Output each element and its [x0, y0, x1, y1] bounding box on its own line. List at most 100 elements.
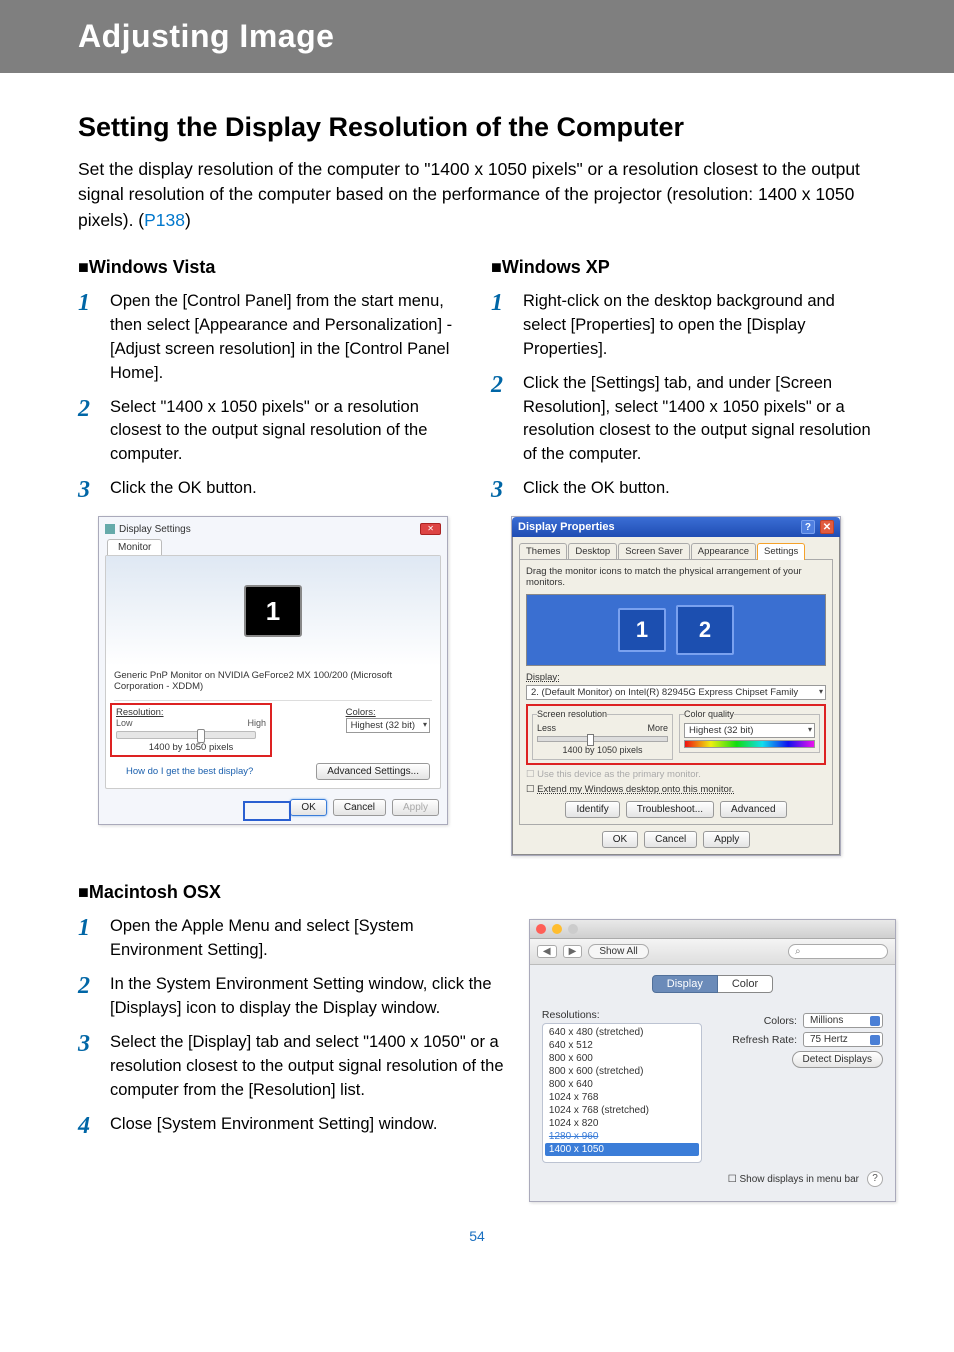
res-option[interactable]: 1024 x 820	[545, 1117, 699, 1130]
detect-displays-button[interactable]: Detect Displays	[792, 1051, 883, 1068]
tab-display[interactable]: Display	[652, 975, 718, 993]
color-quality-dropdown[interactable]: Highest (32 bit)	[684, 723, 815, 738]
step-item: 4 Close [System Environment Setting] wind…	[78, 1113, 509, 1138]
res-option[interactable]: 1280 x 960	[545, 1130, 699, 1143]
screen-resolution-legend: Screen resolution	[537, 709, 607, 719]
tab-appearance[interactable]: Appearance	[691, 543, 756, 560]
page-banner: Adjusting Image	[0, 0, 954, 73]
monitor-preview-area: 1	[106, 556, 440, 666]
column-vista: ■Windows Vista 1Open the [Control Panel]…	[78, 251, 463, 845]
res-option-selected[interactable]: 1400 x 1050	[545, 1143, 699, 1156]
tab-monitor[interactable]: Monitor	[107, 539, 162, 555]
search-field[interactable]: ⌕	[788, 944, 888, 959]
resolution-slider[interactable]	[537, 736, 668, 742]
colors-dropdown[interactable]: Highest (32 bit)	[346, 718, 430, 733]
window-title: Display Settings	[119, 524, 191, 535]
help-icon[interactable]: ?	[801, 520, 815, 534]
step-number: 1	[78, 915, 96, 940]
step-item: 1Open the [Control Panel] from the start…	[78, 290, 463, 386]
display-dropdown[interactable]: 2. (Default Monitor) on Intel(R) 82945G …	[526, 685, 826, 700]
colors-label: Colors:	[764, 1015, 797, 1027]
close-icon[interactable]: ✕	[420, 523, 441, 535]
toolbar: ◀ ▶ Show All ⌕	[530, 939, 895, 965]
step-item: 1Right-click on the desktop background a…	[491, 290, 876, 362]
window-icon	[105, 524, 115, 534]
refresh-rate-label: Refresh Rate:	[732, 1034, 797, 1046]
screenshot-xp-display-properties: Display Properties ? ✕ Themes Desktop Sc…	[511, 516, 841, 856]
tabs: Display Color	[530, 975, 895, 993]
cancel-button[interactable]: Cancel	[644, 831, 697, 848]
main-heading: Setting the Display Resolution of the Co…	[78, 111, 876, 145]
traffic-light-minimize[interactable]	[552, 924, 562, 934]
page-content: Setting the Display Resolution of the Co…	[0, 73, 954, 1284]
res-option[interactable]: 1024 x 768 (stretched)	[545, 1104, 699, 1117]
resolution-list[interactable]: 640 x 480 (stretched) 640 x 512 800 x 60…	[542, 1023, 702, 1163]
res-option[interactable]: 640 x 480 (stretched)	[545, 1026, 699, 1039]
res-option[interactable]: 1024 x 768	[545, 1091, 699, 1104]
monitor-icon-2[interactable]: 2	[676, 605, 734, 655]
res-option[interactable]: 640 x 512	[545, 1039, 699, 1052]
red-highlight-box: Screen resolution LessMore 1400 by 1050 …	[526, 704, 826, 765]
troubleshoot-button[interactable]: Troubleshoot...	[626, 801, 714, 818]
arrangement-hint: Drag the monitor icons to match the phys…	[526, 566, 826, 588]
intro-text-pre: Set the display resolution of the comput…	[78, 159, 860, 230]
tab-desktop[interactable]: Desktop	[568, 543, 617, 560]
step-item: 2In the System Environment Setting windo…	[78, 973, 509, 1021]
res-option[interactable]: 800 x 640	[545, 1078, 699, 1091]
identify-button[interactable]: Identify	[565, 801, 619, 818]
traffic-light-close[interactable]	[536, 924, 546, 934]
slider-thumb[interactable]	[587, 734, 594, 746]
close-icon[interactable]: ✕	[820, 520, 834, 534]
apply-button[interactable]: Apply	[392, 799, 439, 816]
show-all-button[interactable]: Show All	[588, 944, 648, 959]
heading-vista: ■Windows Vista	[78, 257, 463, 278]
help-icon[interactable]: ?	[867, 1171, 883, 1187]
apply-button[interactable]: Apply	[703, 831, 750, 848]
step-item: 3Select the [Display] tab and select "14…	[78, 1031, 509, 1103]
resolution-value: 1400 by 1050 pixels	[537, 745, 668, 755]
res-option[interactable]: 800 x 600 (stretched)	[545, 1065, 699, 1078]
monitor-icon-1[interactable]: 1	[244, 585, 302, 637]
refresh-rate-dropdown[interactable]: 75 Hertz	[803, 1032, 883, 1047]
slider-thumb[interactable]	[197, 729, 205, 743]
step-item: 3Click the OK button.	[491, 477, 876, 502]
step-number: 2	[78, 396, 96, 421]
ok-button[interactable]: OK	[602, 831, 638, 848]
advanced-settings-button[interactable]: Advanced Settings...	[316, 763, 430, 780]
step-text: Click the [Settings] tab, and under [Scr…	[523, 372, 876, 468]
colors-label: Colors:	[346, 707, 430, 718]
screenshot-mac-displays: ◀ ▶ Show All ⌕ Display Color Resolutions…	[529, 919, 896, 1202]
colors-dropdown[interactable]: Millions	[803, 1013, 883, 1028]
show-displays-checkbox-row[interactable]: ☐ Show displays in menu bar	[728, 1174, 859, 1185]
section-mac: ■Macintosh OSX 1Open the Apple Menu and …	[78, 882, 876, 1202]
tab-settings[interactable]: Settings	[757, 543, 805, 560]
color-quality-legend: Color quality	[684, 709, 734, 719]
step-number: 4	[78, 1113, 96, 1138]
traffic-light-zoom[interactable]	[568, 924, 578, 934]
step-text: Close [System Environment Setting] windo…	[110, 1113, 509, 1137]
step-number: 2	[78, 973, 96, 998]
tab-screensaver[interactable]: Screen Saver	[618, 543, 690, 560]
column-xp: ■Windows XP 1Right-click on the desktop …	[491, 251, 876, 876]
resolution-value: 1400 by 1050 pixels	[116, 742, 266, 753]
intro-text-post: )	[185, 210, 191, 230]
monitor-icon-1[interactable]: 1	[618, 608, 666, 652]
page-reference-link[interactable]: P138	[144, 210, 185, 230]
back-button[interactable]: ◀	[537, 945, 557, 958]
step-text: Open the [Control Panel] from the start …	[110, 290, 463, 386]
step-text: Select the [Display] tab and select "140…	[110, 1031, 509, 1103]
cancel-button[interactable]: Cancel	[333, 799, 386, 816]
res-option[interactable]: 800 x 600	[545, 1052, 699, 1065]
step-number: 2	[491, 372, 509, 397]
steps-xp: 1Right-click on the desktop background a…	[491, 290, 876, 502]
extend-desktop-checkbox-row[interactable]: ☐ Extend my Windows desktop onto this mo…	[526, 784, 826, 795]
tab-themes[interactable]: Themes	[519, 543, 567, 560]
ok-button[interactable]: OK	[290, 799, 326, 816]
monitor-description: Generic PnP Monitor on NVIDIA GeForce2 M…	[106, 666, 440, 696]
heading-xp: ■Windows XP	[491, 257, 876, 278]
forward-button[interactable]: ▶	[563, 945, 583, 958]
advanced-button[interactable]: Advanced	[720, 801, 786, 818]
resolution-slider[interactable]	[116, 731, 256, 739]
tab-color[interactable]: Color	[718, 975, 773, 993]
help-link[interactable]: How do I get the best display?	[116, 766, 263, 777]
